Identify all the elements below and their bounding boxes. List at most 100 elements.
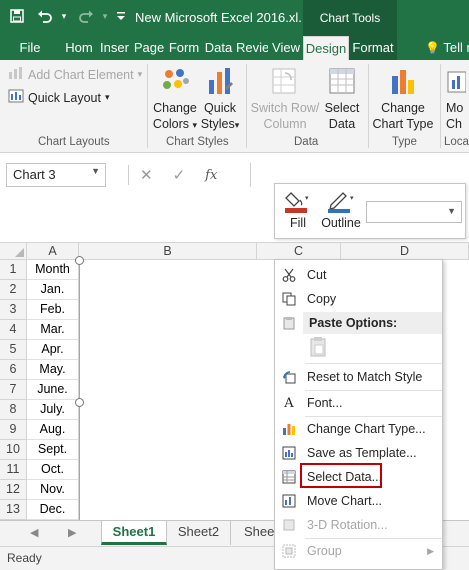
row-header[interactable]: 9 xyxy=(0,420,27,440)
change-type-label-1: Change xyxy=(381,101,425,115)
palette-icon xyxy=(152,64,198,98)
paste-option-row xyxy=(275,336,442,360)
cell-a[interactable]: Feb. xyxy=(27,300,79,320)
resize-handle-middle-left[interactable] xyxy=(75,398,84,407)
row-header[interactable]: 2 xyxy=(0,280,27,300)
chart-layouts-group-label: Chart Layouts xyxy=(38,136,110,148)
column-header-d[interactable]: D xyxy=(341,243,469,260)
menu-item-move-chart[interactable]: Move Chart... xyxy=(275,489,442,513)
resize-handle-top-left[interactable] xyxy=(75,256,84,265)
column-header-a[interactable]: A xyxy=(27,243,79,260)
tab-page-layout[interactable]: Page xyxy=(133,36,165,60)
tab-format[interactable]: Format xyxy=(349,36,397,60)
customize-qat-icon[interactable] xyxy=(110,5,132,27)
cell-a[interactable]: May. xyxy=(27,360,79,380)
fill-button[interactable]: ▾ Fill xyxy=(283,188,313,230)
column-header-b[interactable]: B xyxy=(79,243,257,260)
tab-formulas[interactable]: Form xyxy=(168,36,200,60)
scroll-sheets-right-icon[interactable]: ▶ xyxy=(68,526,76,539)
sheet-tab-sheet2[interactable]: Sheet2 xyxy=(167,521,231,545)
switch-row-label-1: Switch Row/ xyxy=(250,101,320,115)
paste-icon xyxy=(275,316,303,330)
cell-a[interactable]: Apr. xyxy=(27,340,79,360)
insert-function-icon[interactable]: fx xyxy=(205,168,217,183)
tab-view[interactable]: View xyxy=(270,36,302,60)
move-chart-ribbon-button[interactable]: Mo Ch xyxy=(446,64,469,132)
menu-item-copy[interactable]: Copy xyxy=(275,287,442,311)
change-colors-label-1: Change xyxy=(153,101,197,115)
save-icon[interactable] xyxy=(6,5,28,27)
menu-label-save-template: Save as Template... xyxy=(307,446,417,460)
menu-item-change-chart-type[interactable]: Change Chart Type... xyxy=(275,417,442,441)
menu-item-reset-style[interactable]: Reset to Match Style xyxy=(275,365,442,389)
column-header-c[interactable]: C xyxy=(257,243,341,260)
row-header[interactable]: 10 xyxy=(0,440,27,460)
chart-element-selector[interactable]: ▼ xyxy=(366,201,462,223)
cell-a[interactable]: Nov. xyxy=(27,480,79,500)
change-chart-type-ribbon-button[interactable]: Change Chart Type xyxy=(372,64,434,132)
cell-a[interactable]: Month xyxy=(27,260,79,280)
move-chart-icon xyxy=(446,64,469,98)
cell-a[interactable]: Oct. xyxy=(27,460,79,480)
group-icon xyxy=(275,544,303,558)
tab-home[interactable]: Hom xyxy=(63,36,95,60)
cell-a[interactable]: Sept. xyxy=(27,440,79,460)
select-data-icon xyxy=(322,64,362,98)
quick-styles-button[interactable]: Quick Styles▾ xyxy=(200,64,240,133)
row-header[interactable]: 4 xyxy=(0,320,27,340)
scroll-sheets-left-icon[interactable]: ◀ xyxy=(30,526,38,539)
row-header[interactable]: 12 xyxy=(0,480,27,500)
row-header[interactable]: 13 xyxy=(0,500,27,520)
row-header[interactable]: 1 xyxy=(0,260,27,280)
menu-label-cut: Cut xyxy=(307,268,327,282)
menu-label-move-chart: Move Chart... xyxy=(307,494,383,508)
tab-data[interactable]: Data xyxy=(203,36,234,60)
row-header[interactable]: 8 xyxy=(0,400,27,420)
menu-item-font[interactable]: A Font... xyxy=(275,391,442,415)
cell-a[interactable]: Jan. xyxy=(27,280,79,300)
chevron-down-icon[interactable]: ▼ xyxy=(447,206,456,216)
cell-a[interactable]: July. xyxy=(27,400,79,420)
tab-review[interactable]: Revie xyxy=(236,36,268,60)
row-header[interactable]: 11 xyxy=(0,460,27,480)
menu-item-save-template[interactable]: Save as Template... xyxy=(275,441,442,465)
enter-icon[interactable]: ✓ xyxy=(173,166,186,184)
lightbulb-icon: 💡 xyxy=(425,41,440,55)
menu-item-select-data[interactable]: Select Data... xyxy=(275,465,442,489)
reset-style-icon xyxy=(275,370,303,384)
rotation-icon xyxy=(275,518,303,532)
cell-a[interactable]: Dec. xyxy=(27,500,79,520)
quick-layout-button[interactable]: Quick Layout ▾ xyxy=(8,89,110,106)
tell-me-box[interactable]: 💡 Tell me xyxy=(425,36,469,60)
ribbon-separator xyxy=(440,64,441,148)
cell-a[interactable]: June. xyxy=(27,380,79,400)
menu-label-group: Group xyxy=(307,544,342,558)
cancel-icon[interactable]: ✕ xyxy=(140,166,153,184)
cell-a[interactable]: Mar. xyxy=(27,320,79,340)
sheet-tab-sheet1[interactable]: Sheet1 xyxy=(101,521,167,545)
location-group-label: Loca xyxy=(444,136,469,148)
chevron-down-icon: ▾ xyxy=(104,92,110,102)
change-colors-button[interactable]: Change Colors ▾ xyxy=(152,64,198,133)
undo-dropdown-icon[interactable]: ▾ xyxy=(53,5,75,27)
select-all-corner[interactable] xyxy=(0,243,27,260)
pen-outline-icon: ▾ xyxy=(319,188,363,216)
row-header[interactable]: 6 xyxy=(0,360,27,380)
menu-item-cut[interactable]: Cut xyxy=(275,263,442,287)
tab-design[interactable]: Design xyxy=(303,36,349,60)
quick-layout-icon xyxy=(8,89,24,106)
select-data-ribbon-button[interactable]: Select Data xyxy=(322,64,362,132)
cell-a[interactable]: Aug. xyxy=(27,420,79,440)
name-box[interactable]: Chart 3 ▼ xyxy=(6,163,106,187)
type-group-label: Type xyxy=(392,136,417,148)
chevron-down-icon[interactable]: ▼ xyxy=(91,166,100,176)
tab-file[interactable]: File xyxy=(10,36,50,60)
tab-insert[interactable]: Inser xyxy=(99,36,130,60)
paste-clipboard-icon[interactable] xyxy=(303,336,327,361)
outline-button[interactable]: ▾ Outline xyxy=(319,188,363,230)
change-colors-label-2: Colors xyxy=(152,117,190,131)
row-header[interactable]: 7 xyxy=(0,380,27,400)
status-text: Ready xyxy=(7,551,42,565)
row-header[interactable]: 5 xyxy=(0,340,27,360)
row-header[interactable]: 3 xyxy=(0,300,27,320)
